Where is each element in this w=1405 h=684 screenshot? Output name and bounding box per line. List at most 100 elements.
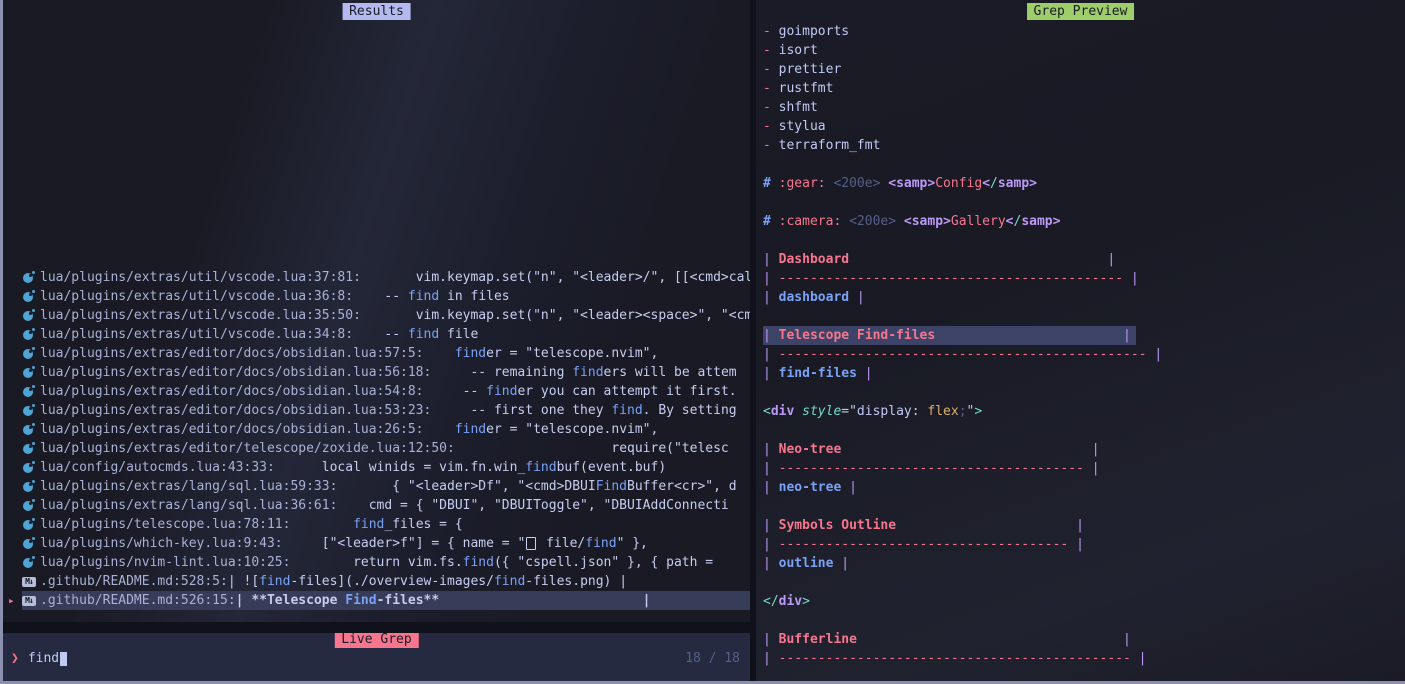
lua-icon [23,349,33,359]
preview-line: | --------------------------------------… [763,269,1405,288]
lua-icon [23,501,33,511]
preview-panel: Grep Preview - goimports- isort- prettie… [756,0,1405,681]
lua-icon [23,273,33,283]
preview-line [763,383,1405,402]
prompt-panel: Live Grep ❯ find 18 / 18 [3,633,750,681]
preview-line: - isort [763,41,1405,60]
preview-line: | --------------------------------------… [763,345,1405,364]
result-path: lua/plugins/extras/lang/sql.lua:59:33: [40,477,337,496]
lua-icon [23,444,33,454]
preview-line [763,497,1405,516]
preview-line: | outline | [763,554,1405,573]
markdown-icon [22,596,36,606]
result-row[interactable]: lua/plugins/extras/editor/docs/obsidian.… [3,401,750,420]
preview-line: - shfmt [763,98,1405,117]
results-panel: Results lua/plugins/extras/util/vscode.l… [3,0,750,622]
preview-line [763,421,1405,440]
preview-line: | Dashboard | [763,250,1405,269]
lua-icon [23,406,33,416]
preview-line: - stylua [763,117,1405,136]
preview-line: | --------------------------------------… [763,649,1405,668]
result-row[interactable]: lua/plugins/extras/util/vscode.lua:37:81… [3,268,750,287]
preview-line: | Neo-tree | [763,440,1405,459]
result-path: lua/plugins/nvim-lint.lua:10:25: [40,553,290,572]
result-path: lua/plugins/extras/editor/docs/obsidian.… [40,382,424,401]
prompt-title: Live Grep [334,633,418,648]
search-query-text: find [28,649,59,668]
result-path: lua/plugins/extras/editor/docs/obsidian.… [40,401,431,420]
result-row[interactable]: ▸.github/README.md:526:15:| **Telescope … [3,591,750,610]
result-row[interactable]: lua/plugins/extras/editor/docs/obsidian.… [3,363,750,382]
result-row[interactable]: lua/plugins/extras/util/vscode.lua:36:8:… [3,287,750,306]
preview-line: - goimports [763,22,1405,41]
lua-icon [23,330,33,340]
preview-line [763,611,1405,630]
text-cursor [60,652,67,666]
result-row[interactable]: lua/plugins/extras/lang/sql.lua:36:61: c… [3,496,750,515]
preview-line [763,573,1405,592]
result-row[interactable]: lua/plugins/nvim-lint.lua:10:25: return … [3,553,750,572]
result-row[interactable]: lua/plugins/extras/editor/docs/obsidian.… [3,420,750,439]
lua-icon [23,387,33,397]
result-row[interactable]: lua/plugins/telescope.lua:78:11: find_fi… [3,515,750,534]
file-icon [526,537,536,550]
results-list[interactable]: lua/plugins/extras/util/vscode.lua:37:81… [3,268,750,610]
lua-icon [23,463,33,473]
preview-line: - terraform_fmt [763,136,1405,155]
lua-icon [23,558,33,568]
result-path: lua/plugins/extras/util/vscode.lua:37:81… [40,268,361,287]
result-row[interactable]: .github/README.md:528:5:| ![find-files](… [3,572,750,591]
preview-line: | Symbols Outline | [763,516,1405,535]
lua-icon [23,482,33,492]
preview-line: - prettier [763,60,1405,79]
telescope-live-grep-window: Results lua/plugins/extras/util/vscode.l… [0,0,1405,684]
result-path: lua/config/autocmds.lua:43:33: [40,458,275,477]
result-path: lua/plugins/extras/editor/docs/obsidian.… [40,363,431,382]
preview-line: | Bufferline | [763,630,1405,649]
preview-line: </div> [763,592,1405,611]
result-row[interactable]: lua/plugins/extras/editor/docs/obsidian.… [3,382,750,401]
result-row[interactable]: lua/plugins/extras/util/vscode.lua:34:8:… [3,325,750,344]
lua-icon [23,425,33,435]
result-path: lua/plugins/extras/editor/docs/obsidian.… [40,420,424,439]
lua-icon [23,520,33,530]
preview-title: Grep Preview [1027,3,1135,20]
preview-line: | neo-tree | [763,478,1405,497]
preview-line [763,155,1405,174]
preview-line: | dashboard | [763,288,1405,307]
lua-icon [23,368,33,378]
result-path: .github/README.md:528:5: [40,572,228,591]
result-counter: 18 / 18 [685,649,740,668]
result-row[interactable]: lua/config/autocmds.lua:43:33: local win… [3,458,750,477]
result-path: lua/plugins/extras/editor/telescope/zoxi… [40,439,455,458]
preview-content: - goimports- isort- prettier- rustfmt- s… [763,22,1405,668]
selection-caret-icon: ▸ [8,591,22,610]
preview-line [763,307,1405,326]
preview-line: <div style="display: flex;"> [763,402,1405,421]
result-path: .github/README.md:526:15: [40,591,236,610]
preview-line: - rustfmt [763,79,1405,98]
preview-line: | --------------------------------------… [763,459,1405,478]
result-path: lua/plugins/extras/util/vscode.lua:35:50… [40,306,361,325]
preview-line: # :camera: <200e> <samp>Gallery</samp> [763,212,1405,231]
result-row[interactable]: lua/plugins/extras/util/vscode.lua:35:50… [3,306,750,325]
prompt-caret-icon: ❯ [11,649,19,668]
preview-highlight-line: | Telescope Find-files | [763,326,1405,345]
result-path: lua/plugins/extras/util/vscode.lua:34:8: [40,325,353,344]
result-path: lua/plugins/extras/lang/sql.lua:36:61: [40,496,337,515]
result-path: lua/plugins/extras/util/vscode.lua:36:8: [40,287,353,306]
lua-icon [23,311,33,321]
result-path: lua/plugins/extras/editor/docs/obsidian.… [40,344,424,363]
result-row[interactable]: lua/plugins/which-key.lua:9:43: ["<leade… [3,534,750,553]
search-input[interactable]: ❯ find [11,649,742,668]
results-title: Results [342,3,411,20]
result-row[interactable]: lua/plugins/extras/lang/sql.lua:59:33: {… [3,477,750,496]
markdown-icon [22,577,36,587]
preview-line [763,231,1405,250]
lua-icon [23,539,33,549]
result-row[interactable]: lua/plugins/extras/editor/telescope/zoxi… [3,439,750,458]
preview-line: | ------------------------------------- … [763,535,1405,554]
result-row[interactable]: lua/plugins/extras/editor/docs/obsidian.… [3,344,750,363]
preview-line: | find-files | [763,364,1405,383]
result-path: lua/plugins/telescope.lua:78:11: [40,515,290,534]
